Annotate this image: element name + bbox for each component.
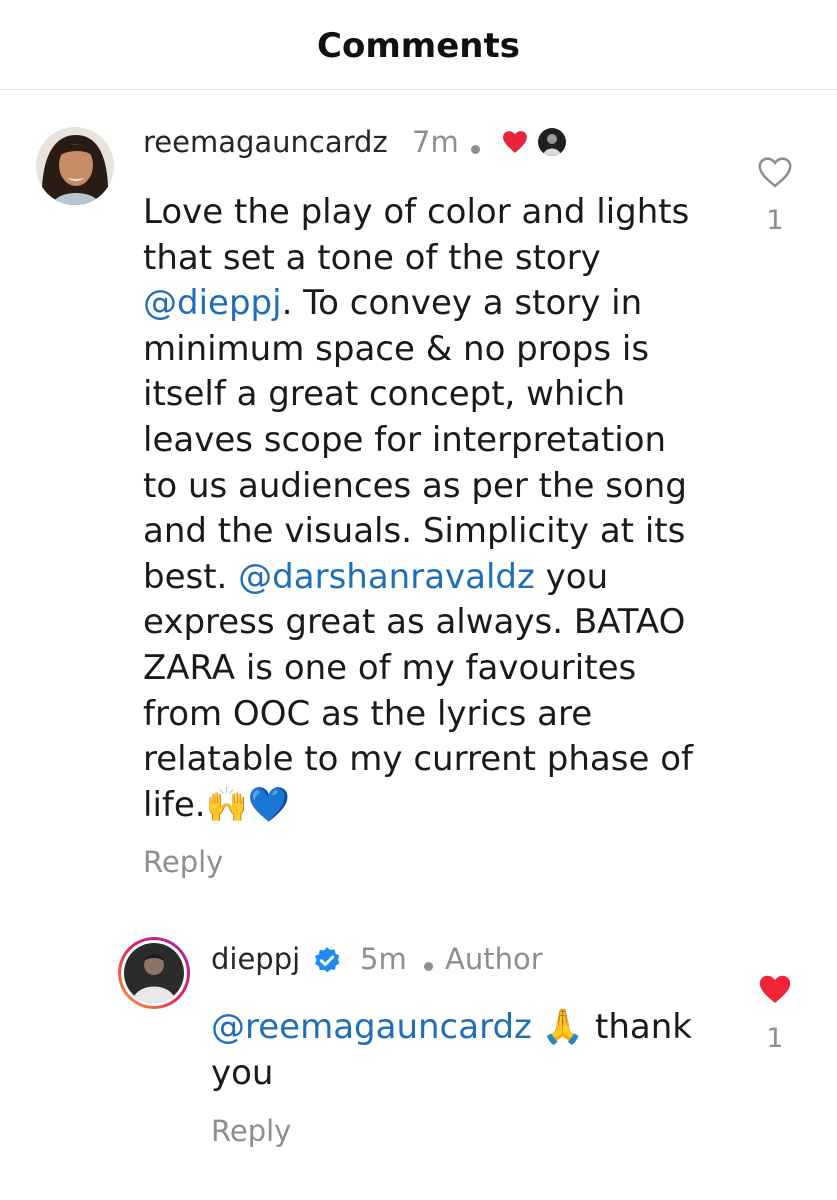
- avatar[interactable]: [118, 937, 190, 1009]
- comment-time: 7m: [412, 125, 459, 159]
- comment-line: Love the play of color and lights: [143, 192, 690, 232]
- profile-photo: [124, 943, 184, 1003]
- like-heart-icon[interactable]: [757, 155, 793, 189]
- like-count: 1: [766, 205, 784, 236]
- reply-button[interactable]: Reply: [143, 845, 223, 879]
- comment-body: Love the play of color and lights that s…: [143, 190, 693, 828]
- profile-photo: [36, 127, 114, 205]
- comment-line: itself a great concept, which: [143, 374, 626, 415]
- reply-username[interactable]: dieppj: [211, 942, 300, 976]
- mention-link[interactable]: @reemagauncardz: [211, 1007, 532, 1047]
- verified-badge-icon: [312, 946, 342, 980]
- comment-line: that set a tone of the story: [143, 237, 601, 278]
- reply-line: you: [211, 1052, 274, 1093]
- like-count: 1: [766, 1023, 784, 1054]
- comment-line: minimum space & no props is: [143, 328, 650, 369]
- page-title: Comments: [317, 25, 520, 66]
- separator-dot: [424, 962, 433, 971]
- praying-hands-emoji: 🙏: [541, 1007, 585, 1047]
- avatar[interactable]: [36, 127, 114, 205]
- mention-link[interactable]: @dieppj: [143, 283, 282, 323]
- comment-line: @dieppj. To convey a story in: [143, 283, 643, 324]
- creator-avatar-badge: [538, 128, 566, 156]
- mention-link[interactable]: @darshanravaldz: [238, 557, 535, 597]
- comment-line: to us audiences as per the song: [143, 465, 687, 506]
- comment-line: from OOC as the lyrics are: [143, 693, 593, 734]
- comment-line: leaves scope for interpretation: [143, 419, 667, 460]
- comment-line: ZARA is one of my favourites: [143, 647, 637, 688]
- comment-line: express great as always. BATAO: [143, 602, 686, 643]
- author-label: Author: [445, 942, 543, 976]
- comment-line: best. @darshanravaldz you: [143, 556, 609, 597]
- comments-header: Comments: [0, 0, 837, 90]
- liked-heart-icon[interactable]: [757, 972, 793, 1006]
- reply-line: @reemagauncardz 🙏 thank: [211, 1007, 692, 1047]
- separator-dot: [471, 145, 480, 154]
- creator-liked-heart-icon: [502, 130, 528, 158]
- comment-username[interactable]: reemagauncardz: [143, 125, 388, 159]
- reply-body: @reemagauncardz 🙏 thank you: [211, 1005, 692, 1096]
- comment-line: life.🙌💙: [143, 784, 291, 825]
- comment-line: relatable to my current phase of: [143, 739, 693, 780]
- reply-time: 5m: [360, 942, 407, 976]
- reply-button[interactable]: Reply: [211, 1114, 291, 1148]
- comment-line: and the visuals. Simplicity at its: [143, 511, 686, 552]
